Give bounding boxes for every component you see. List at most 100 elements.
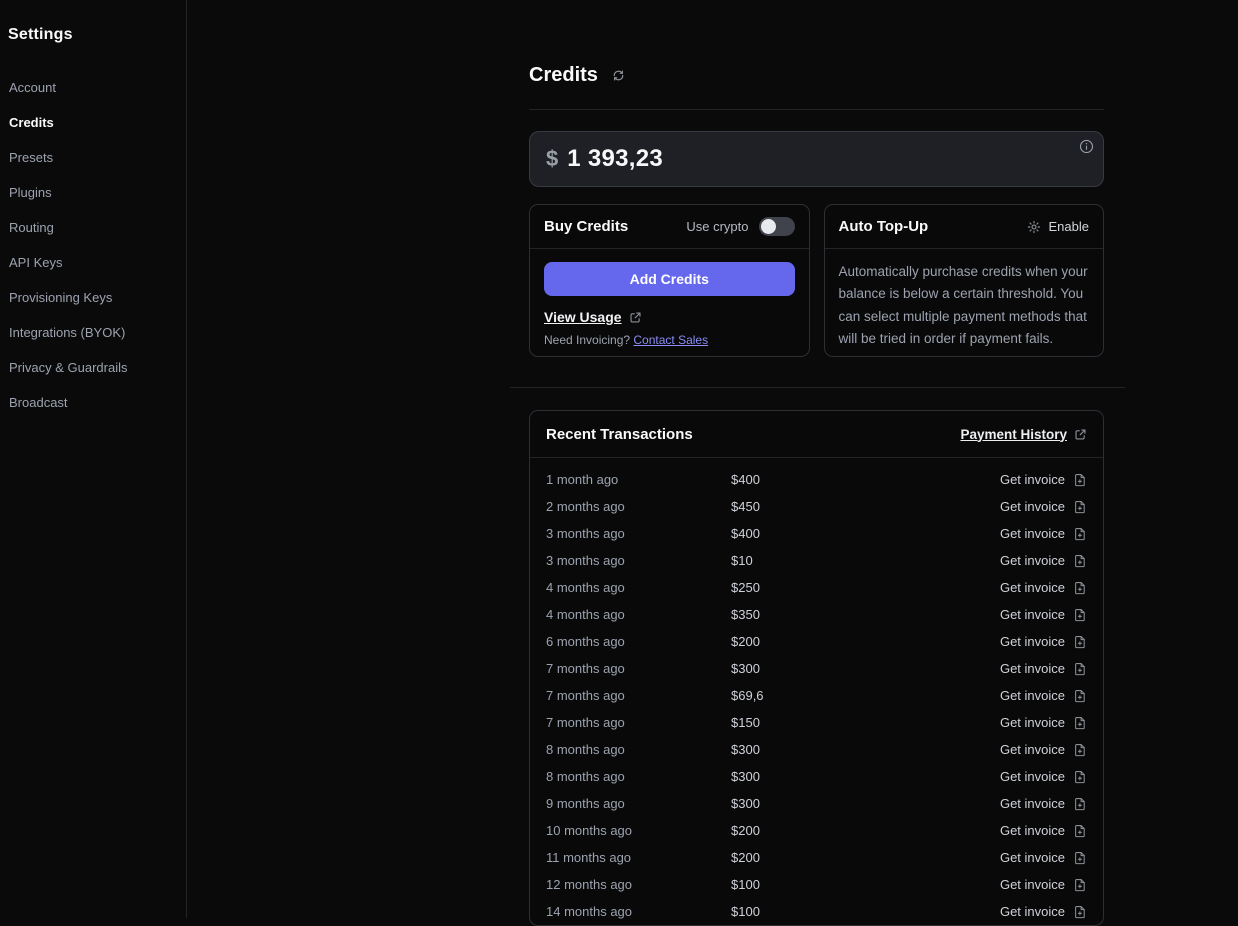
get-invoice-label: Get invoice (1000, 526, 1065, 541)
table-row: 6 months ago $200 Get invoice (530, 628, 1103, 655)
get-invoice-link[interactable]: Get invoice (1000, 688, 1087, 703)
sidebar-item-privacy-guardrails[interactable]: Privacy & Guardrails (8, 350, 178, 385)
transaction-date: 2 months ago (546, 499, 731, 514)
sidebar-item-label: Provisioning Keys (9, 290, 112, 305)
transaction-amount: $100 (731, 904, 1000, 919)
transaction-amount: $400 (731, 472, 1000, 487)
sidebar-item-label: Broadcast (9, 395, 68, 410)
get-invoice-link[interactable]: Get invoice (1000, 769, 1087, 784)
sidebar-item-label: Account (9, 80, 56, 95)
balance-currency: $ (546, 146, 558, 172)
table-row: 8 months ago $300 Get invoice (530, 763, 1103, 790)
table-row: 10 months ago $200 Get invoice (530, 817, 1103, 844)
table-row: 2 months ago $450 Get invoice (530, 493, 1103, 520)
use-crypto-toggle[interactable] (759, 217, 795, 236)
get-invoice-link[interactable]: Get invoice (1000, 877, 1087, 892)
transaction-amount: $350 (731, 607, 1000, 622)
info-icon[interactable] (1079, 139, 1094, 154)
sidebar-item-routing[interactable]: Routing (8, 210, 178, 245)
get-invoice-link[interactable]: Get invoice (1000, 850, 1087, 865)
transaction-amount: $200 (731, 850, 1000, 865)
recent-transactions-title: Recent Transactions (546, 426, 693, 443)
sidebar-item-label: Integrations (BYOK) (9, 325, 125, 340)
file-plus-icon (1073, 554, 1087, 568)
enable-auto-topup-button[interactable]: Enable (1027, 219, 1089, 234)
view-usage-link[interactable]: View Usage (544, 309, 622, 325)
sidebar-item-integrations-byok[interactable]: Integrations (BYOK) (8, 315, 178, 350)
transaction-amount: $100 (731, 877, 1000, 892)
buy-credits-card: Buy Credits Use crypto Add Credits View … (529, 204, 810, 357)
sidebar-item-broadcast[interactable]: Broadcast (8, 385, 178, 420)
buy-credits-title: Buy Credits (544, 218, 628, 235)
recent-transactions-card: Recent Transactions Payment History (529, 410, 1104, 926)
file-plus-icon (1073, 527, 1087, 541)
sidebar-title: Settings (8, 26, 178, 44)
section-divider (510, 387, 1125, 388)
transaction-date: 4 months ago (546, 580, 731, 595)
get-invoice-link[interactable]: Get invoice (1000, 661, 1087, 676)
sidebar-item-credits[interactable]: Credits (8, 105, 178, 140)
balance-amount: 1 393,23 (567, 145, 663, 173)
get-invoice-link[interactable]: Get invoice (1000, 796, 1087, 811)
get-invoice-label: Get invoice (1000, 499, 1065, 514)
toggle-knob (761, 219, 776, 234)
transaction-amount: $150 (731, 715, 1000, 730)
transaction-amount: $200 (731, 823, 1000, 838)
get-invoice-label: Get invoice (1000, 742, 1065, 757)
get-invoice-link[interactable]: Get invoice (1000, 823, 1087, 838)
get-invoice-link[interactable]: Get invoice (1000, 634, 1087, 649)
add-credits-button[interactable]: Add Credits (544, 262, 795, 296)
auto-topup-card: Auto Top-Up Enable Autom (824, 204, 1105, 357)
get-invoice-link[interactable]: Get invoice (1000, 607, 1087, 622)
table-row: 8 months ago $300 Get invoice (530, 736, 1103, 763)
file-plus-icon (1073, 500, 1087, 514)
get-invoice-link[interactable]: Get invoice (1000, 742, 1087, 757)
sidebar-item-plugins[interactable]: Plugins (8, 175, 178, 210)
contact-sales-link[interactable]: Contact Sales (633, 333, 708, 347)
sidebar-item-label: API Keys (9, 255, 62, 270)
file-plus-icon (1073, 662, 1087, 676)
get-invoice-link[interactable]: Get invoice (1000, 580, 1087, 595)
sidebar-item-account[interactable]: Account (8, 70, 178, 105)
get-invoice-link[interactable]: Get invoice (1000, 904, 1087, 919)
file-plus-icon (1073, 743, 1087, 757)
transaction-date: 10 months ago (546, 823, 731, 838)
app-root: Settings Account Credits Presets Plugins (0, 0, 1238, 918)
get-invoice-link[interactable]: Get invoice (1000, 715, 1087, 730)
refresh-icon[interactable] (612, 69, 625, 82)
sidebar-item-provisioning-keys[interactable]: Provisioning Keys (8, 280, 178, 315)
payment-history-link[interactable]: Payment History (960, 427, 1087, 442)
sidebar-item-presets[interactable]: Presets (8, 140, 178, 175)
transaction-amount: $10 (731, 553, 1000, 568)
credit-balance-box: $ 1 393,23 (529, 131, 1104, 187)
table-row: 7 months ago $150 Get invoice (530, 709, 1103, 736)
file-plus-icon (1073, 581, 1087, 595)
auto-topup-description: Automatically purchase credits when your… (839, 261, 1090, 351)
get-invoice-link[interactable]: Get invoice (1000, 553, 1087, 568)
get-invoice-label: Get invoice (1000, 769, 1065, 784)
gear-icon (1027, 220, 1041, 234)
transaction-amount: $400 (731, 526, 1000, 541)
transaction-amount: $200 (731, 634, 1000, 649)
enable-label: Enable (1049, 219, 1089, 234)
transaction-date: 3 months ago (546, 553, 731, 568)
settings-nav: Account Credits Presets Plugins Routing (8, 70, 178, 420)
transactions-list: 1 month ago $400 Get invoice (530, 458, 1103, 925)
get-invoice-label: Get invoice (1000, 472, 1065, 487)
transaction-date: 14 months ago (546, 904, 731, 919)
table-row: 3 months ago $400 Get invoice (530, 520, 1103, 547)
get-invoice-label: Get invoice (1000, 850, 1065, 865)
transaction-date: 8 months ago (546, 769, 731, 784)
sidebar-item-label: Privacy & Guardrails (9, 360, 127, 375)
file-plus-icon (1073, 608, 1087, 622)
get-invoice-link[interactable]: Get invoice (1000, 472, 1087, 487)
transaction-date: 9 months ago (546, 796, 731, 811)
get-invoice-label: Get invoice (1000, 553, 1065, 568)
table-row: 7 months ago $300 Get invoice (530, 655, 1103, 682)
get-invoice-link[interactable]: Get invoice (1000, 499, 1087, 514)
settings-sidebar: Settings Account Credits Presets Plugins (0, 0, 187, 918)
sidebar-item-api-keys[interactable]: API Keys (8, 245, 178, 280)
get-invoice-link[interactable]: Get invoice (1000, 526, 1087, 541)
get-invoice-label: Get invoice (1000, 688, 1065, 703)
get-invoice-label: Get invoice (1000, 823, 1065, 838)
